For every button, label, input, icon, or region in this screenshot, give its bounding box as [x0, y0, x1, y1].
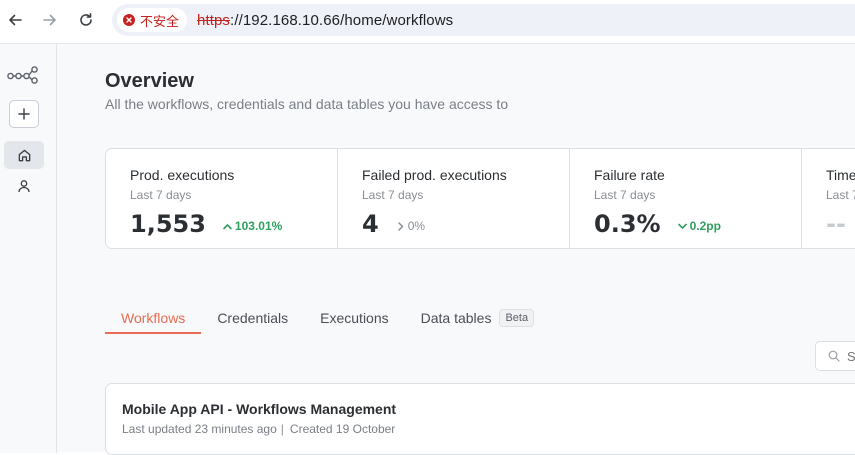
stat-period: Last 7 — [826, 188, 855, 202]
user-icon — [18, 180, 30, 193]
tab-executions[interactable]: Executions — [304, 304, 404, 332]
app-shell: Overview All the workflows, credentials … — [0, 43, 855, 455]
home-icon — [18, 149, 30, 161]
stat-period: Last 7 days — [362, 188, 424, 202]
stat-failure-rate[interactable]: Failure rate Last 7 days 0.3% 0.2pp — [570, 149, 802, 248]
forward-button[interactable] — [40, 10, 60, 30]
sidebar — [0, 44, 57, 453]
browser-toolbar: 不安全 https://192.168.10.66/home/workflows — [0, 0, 855, 40]
back-button[interactable] — [5, 10, 25, 30]
search-input[interactable] — [847, 348, 855, 364]
search-icon — [828, 350, 840, 362]
stat-change: 0% — [395, 219, 425, 233]
stat-value: -- — [826, 210, 846, 238]
arrow-right-icon — [43, 14, 56, 26]
sidebar-item-user[interactable] — [14, 176, 34, 196]
stat-value: 1,553 — [130, 210, 206, 238]
stat-period: Last 7 days — [130, 188, 192, 202]
workflow-name[interactable]: Mobile App API - Workflows Management — [122, 401, 855, 417]
tab-bar: Workflows Credentials Executions Data ta… — [105, 304, 550, 334]
stat-prod-executions[interactable]: Prod. executions Last 7 days 1,553 103.0… — [106, 149, 338, 248]
stat-value: 4 — [362, 210, 379, 238]
stat-change: 0.2pp — [677, 219, 721, 233]
warning-icon — [123, 14, 135, 26]
workflow-created: Created 19 October — [289, 422, 396, 436]
chevron-down-icon — [677, 223, 687, 229]
tab-credentials[interactable]: Credentials — [201, 304, 304, 332]
reload-button[interactable] — [76, 10, 96, 30]
arrow-left-icon — [9, 14, 22, 26]
stat-label: Prod. executions — [130, 167, 235, 183]
stat-label: Time — [826, 167, 855, 183]
main-content: Overview All the workflows, credentials … — [57, 44, 855, 455]
sidebar-item-home[interactable] — [4, 141, 44, 169]
url-text[interactable]: https://192.168.10.66/home/workflows — [197, 12, 453, 29]
url-scheme: https — [197, 11, 231, 29]
chevron-up-icon — [223, 223, 232, 229]
workflow-card[interactable]: Mobile App API - Workflows Management La… — [105, 383, 855, 455]
security-label: 不安全 — [140, 14, 180, 30]
search-box[interactable] — [815, 341, 855, 371]
stat-time[interactable]: Time Last 7 -- — [802, 149, 855, 248]
page-title: Overview — [105, 70, 194, 92]
stat-label: Failure rate — [594, 167, 665, 183]
add-button[interactable] — [9, 100, 39, 128]
security-indicator[interactable]: 不安全 — [117, 8, 188, 32]
page-subtitle: All the workflows, credentials and data … — [105, 96, 509, 112]
workflow-meta: Last updated 23 minutes ago | Created 19… — [122, 422, 855, 436]
stat-failed-executions[interactable]: Failed prod. executions Last 7 days 4 0% — [338, 149, 570, 248]
meta-separator: | — [280, 422, 284, 436]
stats-panel: Prod. executions Last 7 days 1,553 103.0… — [105, 148, 855, 249]
tab-data-tables[interactable]: Data tables Beta — [405, 304, 550, 332]
stat-value: 0.3% — [594, 210, 661, 238]
url-path: ://192.168.10.66/home/workflows — [230, 11, 454, 29]
stat-label: Failed prod. executions — [362, 167, 507, 183]
tab-workflows[interactable]: Workflows — [105, 304, 202, 334]
reload-icon — [80, 13, 92, 26]
stat-unit: % — [636, 210, 661, 238]
logo-icon[interactable] — [7, 65, 39, 85]
beta-badge: Beta — [499, 309, 535, 327]
address-bar[interactable]: 不安全 https://192.168.10.66/home/workflows — [112, 4, 855, 36]
plus-icon — [18, 108, 30, 120]
stat-period: Last 7 days — [594, 188, 656, 202]
workflow-updated: Last updated 23 minutes ago — [122, 422, 277, 436]
chevron-right-icon — [397, 221, 403, 231]
stat-change: 103.01% — [222, 219, 282, 233]
